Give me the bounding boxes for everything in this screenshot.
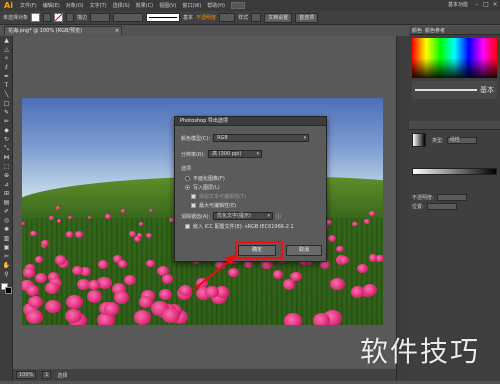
annotation-arrow [192, 254, 238, 291]
watermark: 软件技巧 [360, 335, 481, 368]
